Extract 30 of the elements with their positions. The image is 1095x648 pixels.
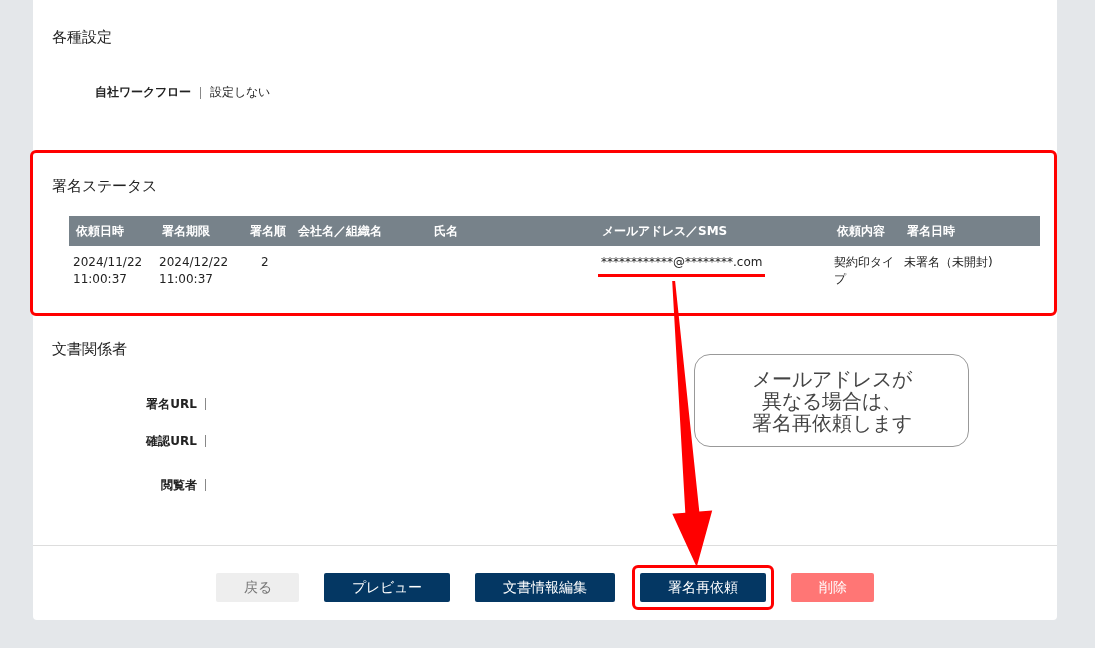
action-button[interactable]: プレビュー <box>324 573 450 602</box>
table-cell: 2024/12/22 11:00:37 <box>159 255 229 286</box>
separator-text <box>200 86 201 99</box>
action-button[interactable]: 署名再依頼 <box>640 573 766 602</box>
action-button[interactable]: 戻る <box>216 573 299 602</box>
field-value: 設定しない <box>210 84 270 101</box>
column-header: 会社名／組織名 <box>297 222 383 240</box>
table-cell: 未署名（未開封) <box>904 255 993 269</box>
table-cell: 2 <box>261 255 269 269</box>
section-title: 署名ステータス <box>52 177 158 196</box>
field-label: 自社ワークフロー <box>95 84 191 101</box>
column-header: 署名順 <box>249 222 287 240</box>
section-title: 文書関係者 <box>52 340 128 359</box>
column-header: 署名日時 <box>906 222 956 240</box>
field-label: 署名URL <box>145 395 197 413</box>
column-header: 署名期限 <box>161 222 211 240</box>
field-label: 閲覧者 <box>160 476 197 494</box>
action-button[interactable]: 文書情報編集 <box>475 573 615 602</box>
table-cell: ************@********.com <box>601 255 763 269</box>
column-header: 依頼内容 <box>836 222 886 240</box>
section-title: 各種設定 <box>52 28 113 47</box>
callout-text: 異なる場合は、 <box>761 389 902 412</box>
field-label: 確認URL <box>144 432 197 450</box>
column-header: 氏名 <box>433 222 459 240</box>
column-header: 依頼日時 <box>75 222 125 240</box>
column-header: メールアドレス／SMS <box>601 222 729 240</box>
table-cell: 契約印タイプ <box>834 255 894 286</box>
table-cell: 2024/11/22 11:00:37 <box>73 255 143 286</box>
callout-text: 署名再依頼します <box>751 411 912 434</box>
callout-text: メールアドレスが <box>751 367 912 390</box>
